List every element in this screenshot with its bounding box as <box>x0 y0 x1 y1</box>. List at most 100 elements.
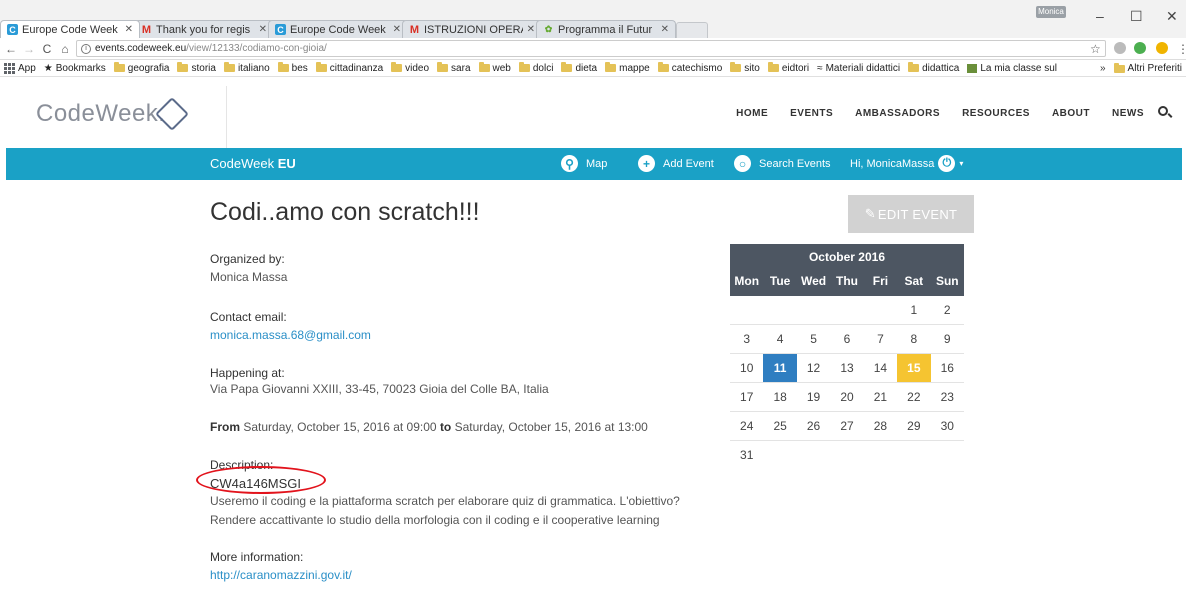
calendar-day[interactable]: 5 <box>796 325 831 354</box>
chevron-down-icon: ▾ <box>959 159 964 168</box>
forward-icon[interactable]: → <box>22 42 36 56</box>
calendar-day[interactable]: 28 <box>863 412 898 441</box>
extension-icon[interactable] <box>1156 42 1168 54</box>
bookmark-item[interactable]: ≈ Materiali didattici <box>817 63 900 74</box>
bookmark-folder[interactable]: geografia <box>113 62 169 74</box>
calendar-day[interactable]: 25 <box>763 412 797 441</box>
bookmark-folder[interactable]: storia <box>177 62 216 74</box>
other-bookmarks[interactable]: Altri Preferiti <box>1113 62 1182 74</box>
calendar-day[interactable]: 15 <box>897 354 931 383</box>
contact-email-link[interactable]: monica.massa.68@gmail.com <box>210 328 371 342</box>
close-icon[interactable]: ✕ <box>527 24 535 35</box>
maximize-icon[interactable]: ☐ <box>1130 8 1143 25</box>
nav-news[interactable]: NEWS <box>1112 108 1144 119</box>
bookmark-apps[interactable]: App <box>4 62 36 74</box>
search-events-link[interactable]: ○ Search Events <box>734 155 831 172</box>
bookmark-folder[interactable]: didattica <box>908 62 959 74</box>
close-icon[interactable]: ✕ <box>661 24 669 35</box>
user-menu[interactable]: Hi, MonicaMassa ⏻ ▾ <box>850 155 963 172</box>
power-icon[interactable]: ⏻ <box>938 155 956 172</box>
bookmark-folder[interactable]: sito <box>730 62 760 74</box>
url-field[interactable]: i events.codeweek.eu/view/12133/codiamo-… <box>76 40 1106 57</box>
close-window-icon[interactable]: ✕ <box>1166 8 1178 25</box>
bookmark-label: Altri Preferiti <box>1127 63 1182 74</box>
close-icon[interactable]: ✕ <box>125 24 133 35</box>
add-event-link[interactable]: + Add Event <box>638 155 714 172</box>
bookmarks-overflow-button[interactable]: » <box>1100 63 1106 74</box>
bookmark-folder[interactable]: cittadinanza <box>315 62 383 74</box>
calendar-day[interactable]: 2 <box>930 296 964 325</box>
calendar-day[interactable]: 16 <box>930 354 964 383</box>
calendar-day[interactable]: 7 <box>863 325 898 354</box>
nav-home[interactable]: HOME <box>736 108 768 119</box>
calendar-day[interactable]: 23 <box>930 383 964 412</box>
plus-icon: + <box>638 155 655 172</box>
calendar-day[interactable]: 26 <box>796 412 831 441</box>
site-logo[interactable]: CodeWeek. <box>36 100 165 128</box>
calendar-day[interactable]: 29 <box>897 412 931 441</box>
browser-tab[interactable]: ✿ Programma il Futur ✕ <box>536 20 676 38</box>
bookmark-folder[interactable]: eidtori <box>767 62 809 74</box>
calendar-day[interactable]: 31 <box>730 441 763 470</box>
calendar-day[interactable]: 18 <box>763 383 797 412</box>
browser-tab[interactable]: C Europe Code Week ✕ <box>0 20 140 38</box>
bar-brand[interactable]: CodeWeek EU <box>210 156 296 171</box>
calendar-day[interactable]: 4 <box>763 325 797 354</box>
info-icon[interactable]: i <box>81 43 91 54</box>
calendar-day[interactable]: 9 <box>930 325 964 354</box>
extension-icon[interactable] <box>1134 42 1146 54</box>
calendar-day[interactable]: 14 <box>863 354 898 383</box>
bookmark-folder[interactable]: catechismo <box>657 62 722 74</box>
calendar-day[interactable]: 17 <box>730 383 764 412</box>
calendar-day[interactable]: 30 <box>930 412 964 441</box>
calendar-day[interactable]: 13 <box>830 354 864 383</box>
calendar-day[interactable]: 1 <box>897 296 931 325</box>
more-info-link[interactable]: http://caranomazzini.gov.it/ <box>210 568 352 582</box>
bookmark-folder[interactable]: mappe <box>605 62 650 74</box>
calendar-day[interactable]: 3 <box>730 325 764 354</box>
search-icon[interactable] <box>1158 106 1168 116</box>
calendar-day[interactable]: 12 <box>796 354 831 383</box>
bookmarks-overflow-area: » Altri Preferiti <box>1093 60 1182 76</box>
nav-events[interactable]: EVENTS <box>790 108 833 119</box>
new-tab-button[interactable] <box>676 22 708 38</box>
calendar-day[interactable]: 27 <box>830 412 864 441</box>
bookmark-folder[interactable]: dolci <box>518 62 553 74</box>
calendar-day[interactable]: 20 <box>830 383 864 412</box>
bookmark-folder[interactable]: web <box>478 62 511 74</box>
nav-ambassadors[interactable]: AMBASSADORS <box>855 108 940 119</box>
menu-icon[interactable]: ⋮ <box>1176 42 1186 56</box>
bookmark-folder[interactable]: bes <box>277 62 308 74</box>
profile-badge[interactable]: Monica <box>1036 6 1066 18</box>
nav-resources[interactable]: RESOURCES <box>962 108 1030 119</box>
nav-about[interactable]: ABOUT <box>1052 108 1090 119</box>
calendar-day[interactable]: 6 <box>830 325 864 354</box>
extension-icon[interactable] <box>1114 42 1126 54</box>
calendar-day[interactable]: 10 <box>730 354 764 383</box>
map-link[interactable]: ⚲ Map <box>561 155 607 172</box>
minimize-icon[interactable]: – <box>1096 8 1104 24</box>
calendar-day[interactable]: 21 <box>863 383 898 412</box>
back-icon[interactable]: ← <box>4 42 18 56</box>
calendar-day[interactable]: 11 <box>763 354 797 383</box>
bookmark-folder[interactable]: dieta <box>561 62 597 74</box>
bookmark-folder[interactable]: video <box>391 62 429 74</box>
calendar-day[interactable]: 24 <box>730 412 764 441</box>
close-icon[interactable]: ✕ <box>259 24 267 35</box>
calendar-day[interactable]: 8 <box>897 325 931 354</box>
browser-tab[interactable]: C Europe Code Week ✕ <box>268 20 408 38</box>
browser-tab[interactable]: M ISTRUZIONI OPERA ✕ <box>402 20 542 38</box>
bookmark-folder[interactable]: italiano <box>223 62 270 74</box>
bookmark-item[interactable]: La mia classe sul <box>967 63 1057 74</box>
calendar-day[interactable]: 19 <box>796 383 831 412</box>
bookmark-item[interactable]: ★ Bookmarks <box>44 63 106 74</box>
bookmark-star-icon[interactable]: ☆ <box>1090 42 1101 56</box>
home-icon[interactable]: ⌂ <box>58 42 72 56</box>
reload-icon[interactable]: C <box>40 42 54 56</box>
calendar-day[interactable]: 22 <box>897 383 931 412</box>
tab-label: Europe Code Week <box>290 23 386 36</box>
close-icon[interactable]: ✕ <box>393 24 401 35</box>
browser-tab[interactable]: M Thank you for regis ✕ <box>134 20 274 38</box>
edit-event-button[interactable]: ✎ EDIT EVENT <box>848 195 974 233</box>
bookmark-folder[interactable]: sara <box>437 62 471 74</box>
